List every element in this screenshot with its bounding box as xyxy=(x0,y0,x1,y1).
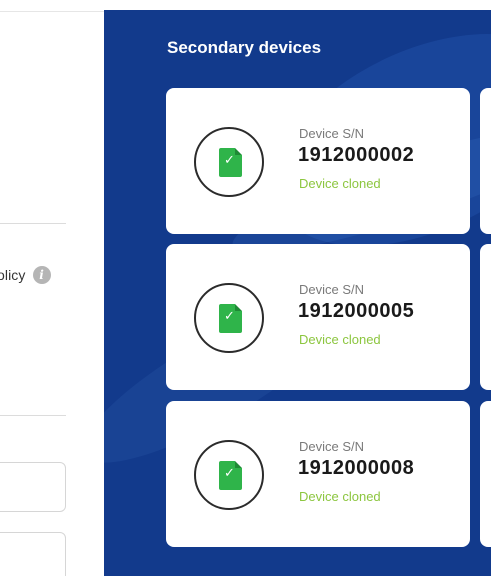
device-card-peek[interactable] xyxy=(480,88,491,234)
settings-pane: olicy i xyxy=(0,0,104,576)
text-field[interactable] xyxy=(0,462,66,512)
device-card-peek[interactable] xyxy=(480,401,491,547)
device-status: Device cloned xyxy=(299,489,381,504)
panel-title: Secondary devices xyxy=(167,38,322,57)
device-status-icon-ring: ✓ xyxy=(194,440,264,510)
divider xyxy=(0,415,66,416)
device-status: Device cloned xyxy=(299,176,381,191)
device-sn-label: Device S/N xyxy=(299,126,365,141)
device-card[interactable]: ✓ Device S/N 1912000005 Device cloned xyxy=(166,244,470,390)
device-serial-number: 1912000002 xyxy=(298,144,415,166)
device-card[interactable]: ✓ Device S/N 1912000008 Device cloned xyxy=(166,401,470,547)
document-check-icon: ✓ xyxy=(219,148,242,177)
policy-label: olicy xyxy=(0,267,26,283)
device-status: Device cloned xyxy=(299,332,381,347)
info-icon[interactable]: i xyxy=(32,266,51,284)
device-sn-label: Device S/N xyxy=(299,282,365,297)
document-check-icon: ✓ xyxy=(219,461,242,490)
secondary-devices-panel: Secondary devices ✓ Device S/N 191200000… xyxy=(104,10,491,576)
top-divider xyxy=(0,11,104,12)
text-field[interactable] xyxy=(0,532,66,576)
divider xyxy=(0,223,66,224)
device-card-peek[interactable] xyxy=(480,244,491,390)
device-serial-number: 1912000005 xyxy=(298,300,415,322)
policy-row: olicy i xyxy=(0,263,51,287)
device-sn-label: Device S/N xyxy=(299,439,365,454)
device-status-icon-ring: ✓ xyxy=(194,127,264,197)
document-check-icon: ✓ xyxy=(219,304,242,333)
device-serial-number: 1912000008 xyxy=(298,457,415,479)
device-card[interactable]: ✓ Device S/N 1912000002 Device cloned xyxy=(166,88,470,234)
device-status-icon-ring: ✓ xyxy=(194,283,264,353)
